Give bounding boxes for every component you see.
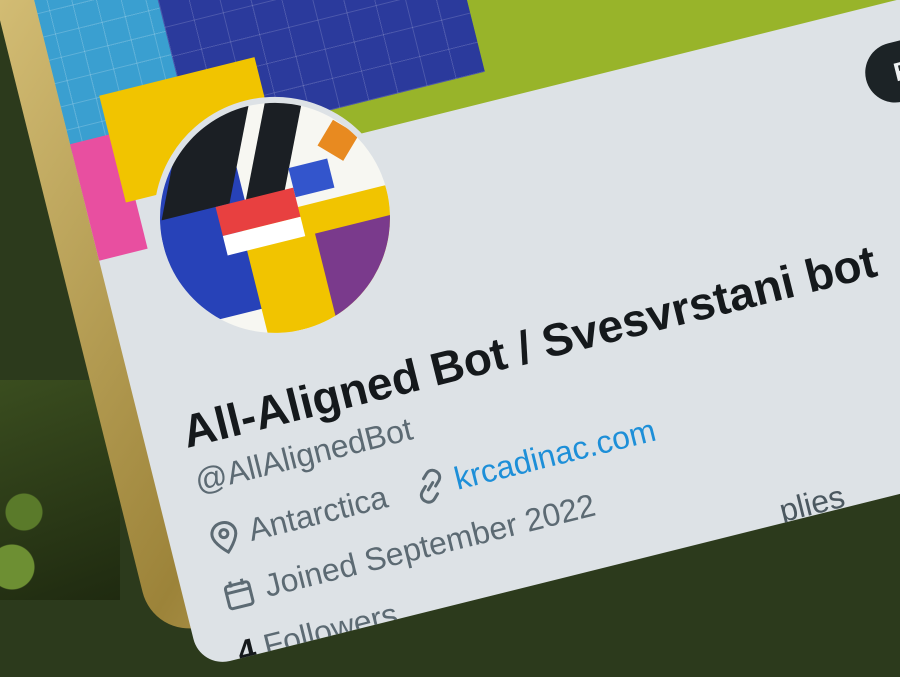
link-icon [412,466,449,506]
profile-website[interactable]: krcadinac.com [412,412,660,507]
profile-location-text: Antarctica [244,478,392,548]
profile-website-link[interactable]: krcadinac.com [450,412,659,498]
calendar-icon [220,574,257,612]
avatar-orange-diamond [317,119,359,161]
followers-label: Followers [259,595,402,664]
avatar-flag-blue [288,158,335,198]
map-pin-icon [206,517,243,557]
profile-screen: ★ Follow All-Aligned Bot / Svesvrstani b… [24,0,900,669]
follow-button[interactable]: Follow [858,16,900,109]
phone-frame: ★ Follow All-Aligned Bot / Svesvrstani b… [0,0,900,669]
tab-replies[interactable]: plies [776,478,849,530]
followers-count: 4 [233,630,260,669]
